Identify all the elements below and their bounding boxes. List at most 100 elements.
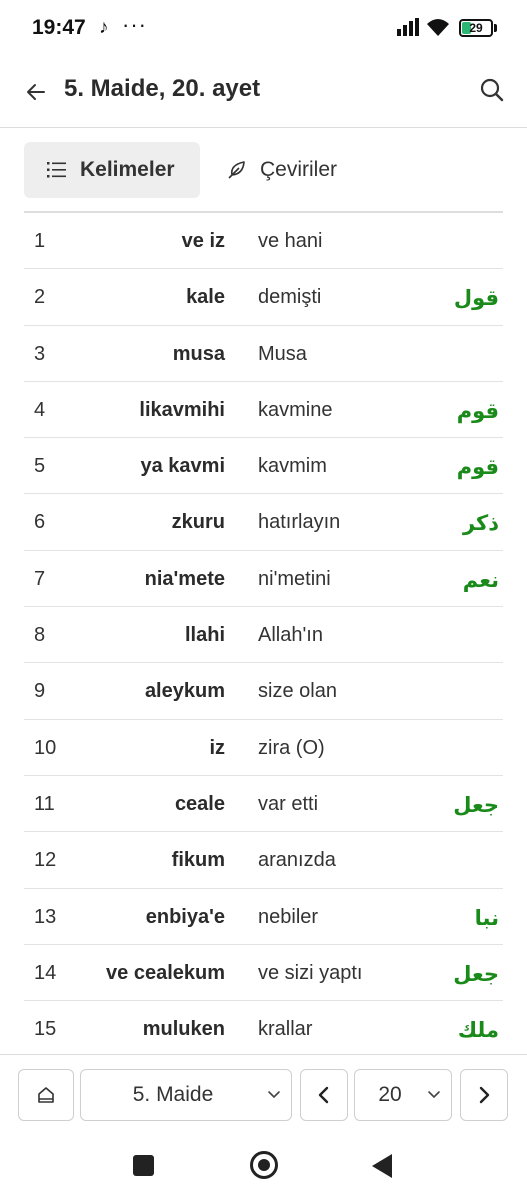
battery-level: 29 — [469, 21, 483, 35]
word-transliteration: muluken — [142, 1018, 225, 1041]
word-root[interactable]: قوم — [457, 382, 499, 440]
battery-icon: 29 — [459, 19, 493, 37]
word-root[interactable]: قول — [454, 269, 499, 327]
chevron-down-icon — [428, 1091, 440, 1099]
word-meaning: ve sizi yaptı — [258, 961, 363, 984]
word-number: 15 — [34, 1018, 57, 1041]
tab-ceviriler[interactable]: Çeviriler — [214, 142, 364, 198]
word-meaning: var etti — [258, 792, 319, 815]
word-transliteration: nia'mete — [144, 567, 225, 590]
recents-button[interactable] — [133, 1155, 154, 1176]
table-row[interactable]: 12 fikum aranızda — [24, 832, 503, 889]
system-back-button[interactable] — [372, 1154, 392, 1178]
table-row[interactable]: 15 muluken krallar ملك — [24, 1001, 503, 1057]
more-notifications-icon: ··· — [122, 12, 147, 37]
word-root[interactable]: جعل — [453, 945, 499, 1003]
chevron-left-icon — [318, 1086, 329, 1104]
word-transliteration: llahi — [184, 624, 225, 647]
signal-icon — [397, 18, 419, 36]
system-navigation-bar — [0, 1134, 527, 1200]
battery-tip — [494, 24, 497, 32]
word-number: 6 — [34, 511, 46, 534]
word-root[interactable]: نبا — [475, 889, 499, 947]
word-transliteration: fikum — [171, 849, 225, 872]
table-row[interactable]: 2 kale demişti قول — [24, 269, 503, 327]
word-root[interactable]: جعل — [453, 776, 499, 834]
list-icon — [46, 159, 68, 181]
tab-kelimeler-label: Kelimeler — [80, 158, 175, 181]
word-transliteration: musa — [172, 342, 225, 365]
word-meaning: size olan — [258, 680, 337, 703]
word-transliteration: aleykum — [144, 680, 225, 703]
system-home-button[interactable] — [250, 1151, 278, 1179]
back-button[interactable] — [20, 76, 52, 108]
word-number: 7 — [34, 567, 46, 590]
table-row[interactable]: 7 nia'mete ni'metini نعم — [24, 551, 503, 609]
table-row[interactable]: 4 likavmihi kavmine قوم — [24, 382, 503, 440]
home-icon — [38, 1087, 54, 1103]
word-root[interactable]: ذكر — [463, 494, 499, 552]
bottom-navigation: 5. Maide 20 — [0, 1054, 527, 1134]
circle-home-icon — [258, 1159, 270, 1171]
word-meaning: ni'metini — [258, 567, 331, 590]
arrow-left-icon — [27, 84, 45, 100]
previous-ayah-button[interactable] — [300, 1069, 348, 1121]
ayah-selected-value: 20 — [378, 1083, 402, 1106]
status-bar: 19:47 ♪ ··· 29 — [0, 0, 527, 56]
table-row[interactable]: 6 zkuru hatırlayın ذكر — [24, 494, 503, 552]
table-row[interactable]: 13 enbiya'e nebiler نبا — [24, 889, 503, 945]
next-ayah-button[interactable] — [460, 1069, 508, 1121]
table-row[interactable]: 3 musa Musa — [24, 326, 503, 382]
tiktok-icon: ♪ — [99, 17, 109, 38]
table-row[interactable]: 11 ceale var etti جعل — [24, 776, 503, 834]
word-number: 4 — [34, 398, 46, 421]
word-transliteration: enbiya'e — [145, 905, 225, 928]
word-transliteration: zkuru — [171, 511, 225, 534]
word-transliteration: ceale — [174, 792, 225, 815]
word-meaning: ve hani — [258, 230, 323, 252]
feather-icon — [226, 159, 248, 181]
table-row[interactable]: 10 iz zira (O) — [24, 720, 503, 776]
chevron-right-icon — [479, 1086, 490, 1104]
status-time: 19:47 — [32, 16, 86, 39]
word-meaning: demişti — [258, 286, 322, 309]
table-row[interactable]: 1 ve iz ve hani — [24, 213, 503, 270]
word-root[interactable]: ملك — [458, 1001, 499, 1057]
wifi-icon — [427, 19, 449, 36]
ayah-select[interactable]: 20 — [354, 1069, 452, 1121]
word-number: 1 — [34, 230, 46, 252]
word-number: 11 — [34, 792, 55, 815]
search-icon — [480, 78, 504, 102]
surah-select[interactable]: 5. Maide — [80, 1069, 292, 1121]
tab-kelimeler[interactable]: Kelimeler — [24, 142, 200, 198]
word-root[interactable]: نعم — [463, 551, 499, 609]
word-number: 3 — [34, 342, 46, 365]
surah-selected-value: 5. Maide — [132, 1083, 214, 1106]
word-root[interactable]: قوم — [457, 438, 499, 496]
word-number: 14 — [34, 961, 57, 984]
word-meaning: Allah'ın — [258, 624, 323, 647]
word-transliteration: ve cealekum — [106, 961, 225, 984]
word-transliteration: kale — [186, 286, 225, 309]
word-number: 13 — [34, 905, 57, 928]
tab-ceviriler-label: Çeviriler — [260, 158, 338, 181]
word-transliteration: ve iz — [181, 230, 225, 252]
word-transliteration: ya kavmi — [140, 455, 225, 478]
word-number: 2 — [34, 286, 46, 309]
word-meaning: kavmim — [258, 455, 327, 478]
word-meaning: aranızda — [258, 849, 336, 872]
word-meaning: hatırlayın — [258, 511, 341, 534]
table-row[interactable]: 5 ya kavmi kavmim قوم — [24, 438, 503, 496]
table-row[interactable]: 9 aleykum size olan — [24, 663, 503, 720]
table-row[interactable]: 14 ve cealekum ve sizi yaptı جعل — [24, 945, 503, 1003]
word-meaning: kavmine — [258, 398, 333, 421]
page-title: 5. Maide, 20. ayet — [64, 75, 261, 102]
home-button[interactable] — [18, 1069, 74, 1121]
word-meaning: Musa — [258, 342, 307, 365]
word-meaning: zira (O) — [258, 736, 325, 759]
word-transliteration: likavmihi — [139, 398, 225, 421]
search-button[interactable] — [474, 72, 510, 108]
word-table: 1 ve iz ve hani 2 kale demişti قول 3 mus… — [24, 211, 503, 1057]
app-bar: 5. Maide, 20. ayet — [0, 56, 527, 128]
table-row[interactable]: 8 llahi Allah'ın — [24, 607, 503, 664]
